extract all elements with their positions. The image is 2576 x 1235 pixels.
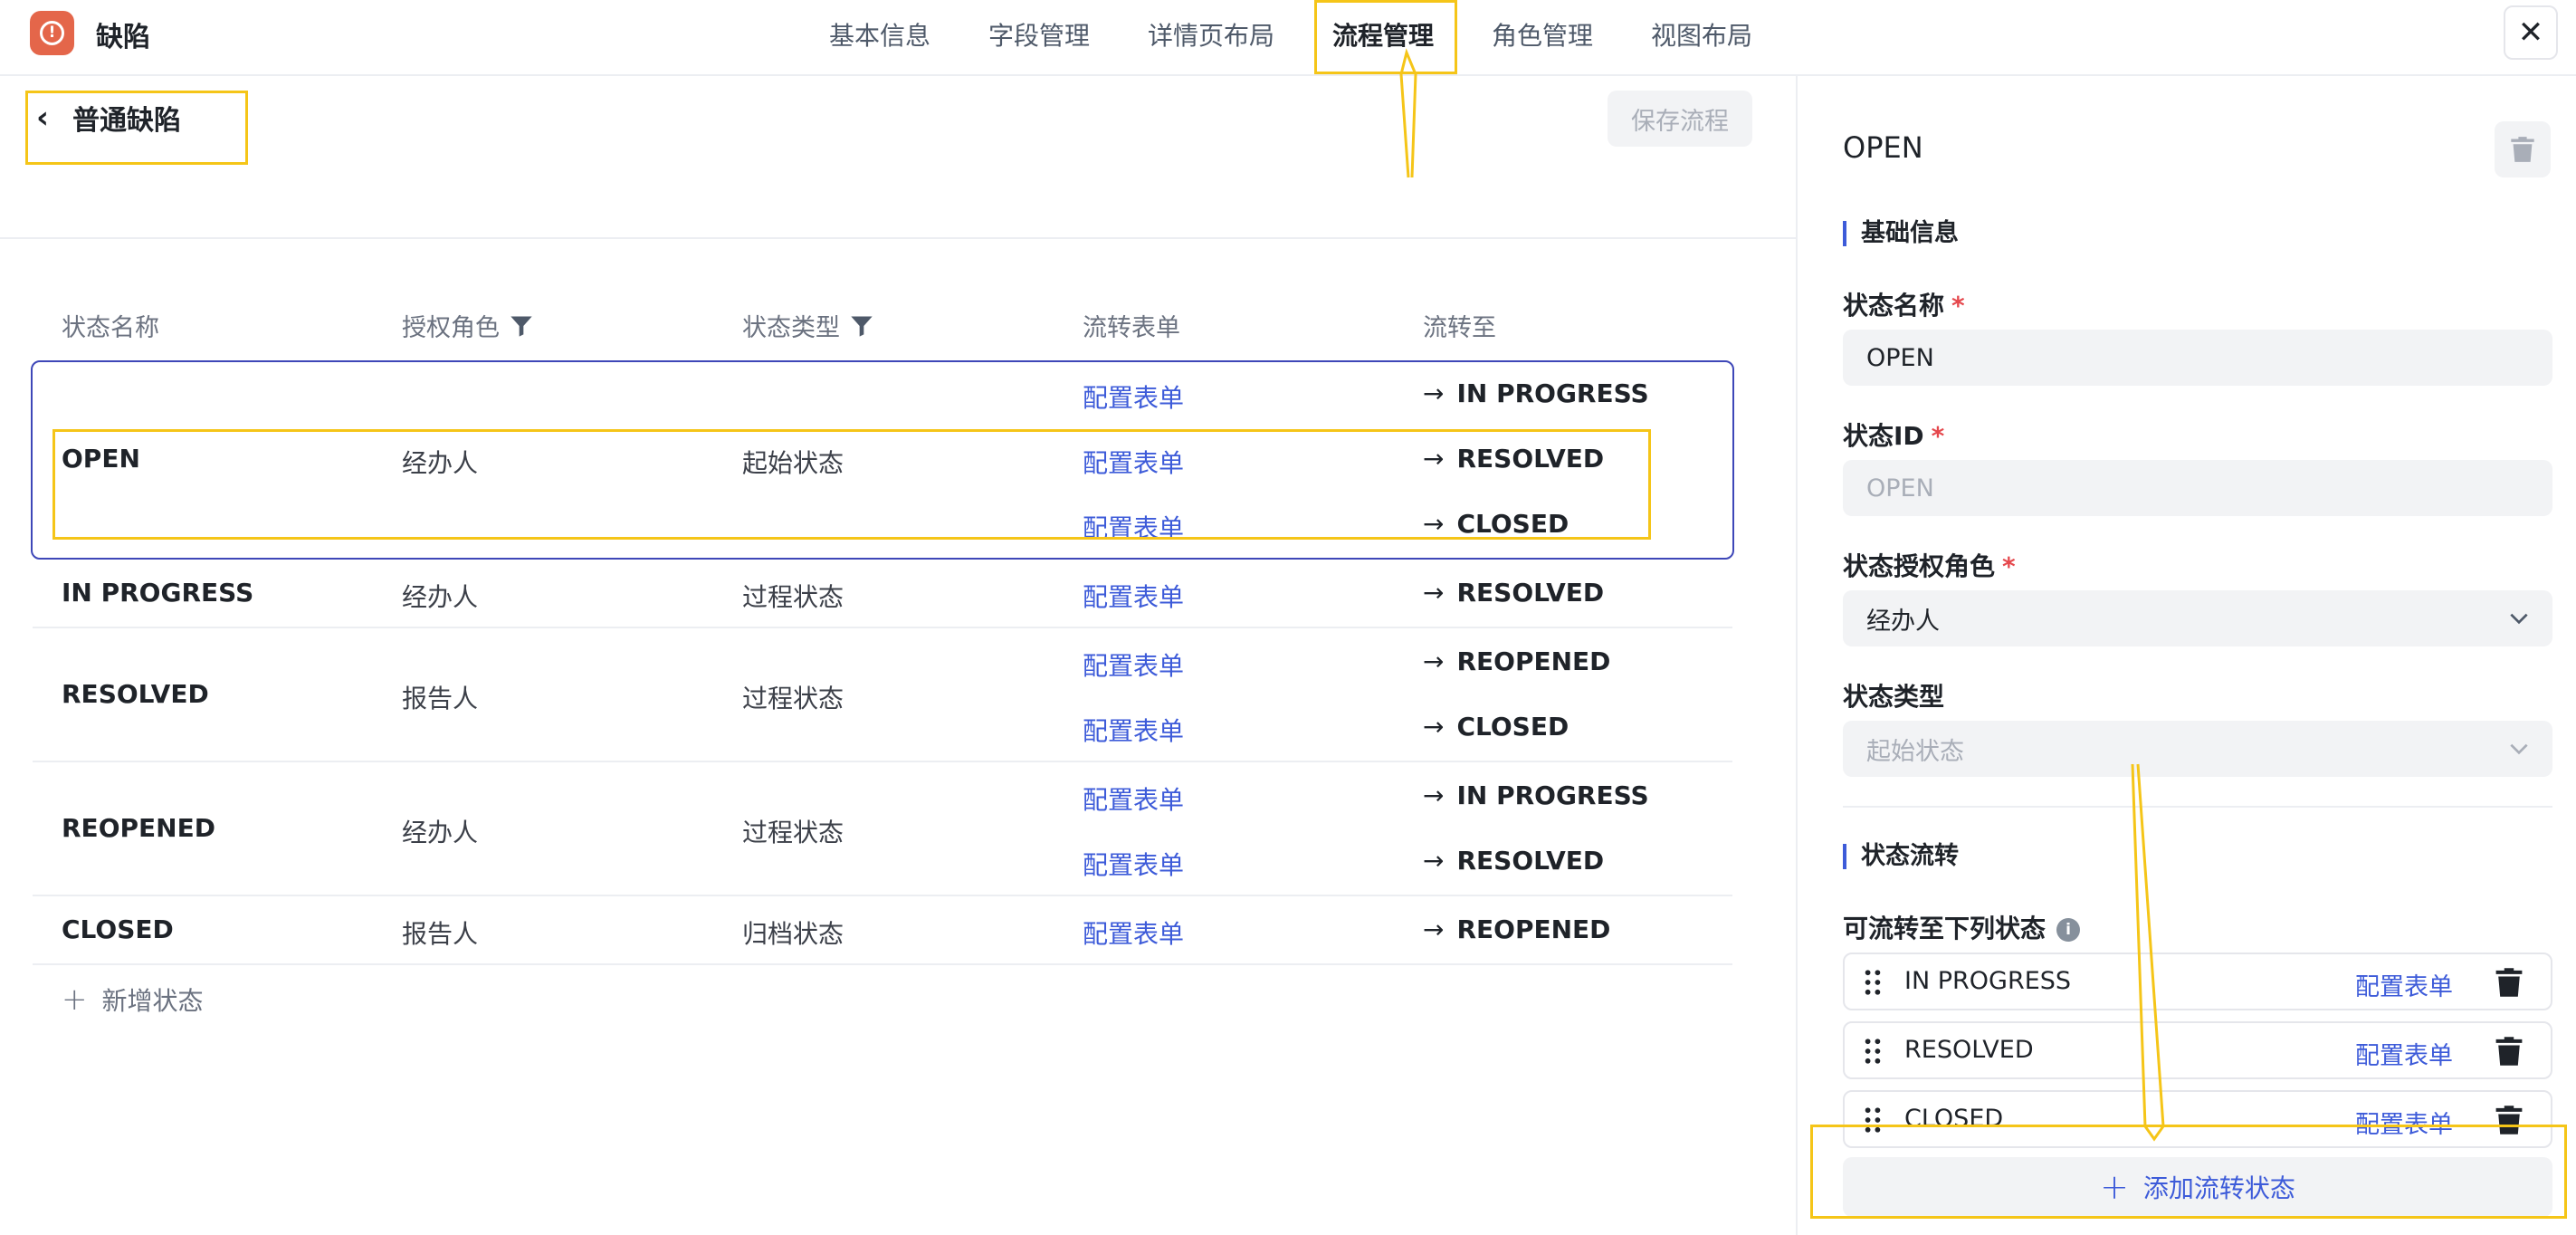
section-basic-info: 基础信息 <box>1843 221 1959 246</box>
transition-name: IN PROGRESS <box>1904 967 2072 995</box>
state-name-label: 状态名称 * <box>1843 291 1965 321</box>
state-id-input: OPEN <box>1843 460 2552 516</box>
transition-item: RESOLVED 配置表单 <box>1843 1021 2552 1079</box>
tab-role-management[interactable]: 角色管理 <box>1492 16 1593 53</box>
annotation-box-back <box>25 91 248 165</box>
state-role-select[interactable]: 经办人 <box>1843 590 2552 646</box>
config-form-link[interactable]: 配置表单 <box>1083 646 1184 683</box>
tab-basic-info[interactable]: 基本信息 <box>829 16 930 53</box>
state-detail-title: OPEN <box>1843 130 1923 165</box>
column-header-role: 授权角色 <box>402 308 534 343</box>
row-divider <box>33 963 1732 965</box>
state-role: 经办人 <box>402 818 479 847</box>
trash-icon <box>2511 137 2534 162</box>
transition-target: → REOPENED <box>1423 914 1611 944</box>
column-header-state-type: 状态类型 <box>742 308 874 343</box>
row-divider <box>33 627 1732 628</box>
transition-item: IN PROGRESS 配置表单 <box>1843 953 2552 1010</box>
required-mark: * <box>1931 421 1945 451</box>
state-type: 过程状态 <box>742 582 844 612</box>
section-state-transitions: 状态流转 <box>1843 844 1959 869</box>
annotation-box-tab <box>1314 0 1457 74</box>
state-type-select: 起始状态 <box>1843 721 2552 777</box>
trash-icon[interactable] <box>2495 967 2524 998</box>
state-role: 报告人 <box>402 919 479 949</box>
state-role: 经办人 <box>402 582 479 612</box>
divider <box>0 237 1796 239</box>
save-workflow-button[interactable]: 保存流程 <box>1608 91 1752 147</box>
chevron-down-icon <box>2510 743 2528 755</box>
state-type: 过程状态 <box>742 818 844 847</box>
state-role-label: 状态授权角色 * <box>1843 551 2016 581</box>
transitions-label: 可流转至下列状态 i <box>1843 909 2081 945</box>
state-name-input[interactable]: OPEN <box>1843 330 2552 386</box>
divider <box>1843 806 2552 808</box>
arrow-right-icon: → <box>1423 378 1445 408</box>
tab-detail-layout[interactable]: 详情页布局 <box>1148 16 1274 53</box>
arrow-right-icon: → <box>1423 846 1445 876</box>
required-mark: * <box>2002 551 2016 581</box>
row-divider <box>33 761 1732 762</box>
state-name[interactable]: RESOLVED <box>62 679 209 709</box>
transition-target: → REOPENED <box>1423 646 1611 676</box>
state-name[interactable]: IN PROGRESS <box>62 578 253 608</box>
config-form-link[interactable]: 配置表单 <box>1083 846 1184 882</box>
trash-icon[interactable] <box>2495 1036 2524 1067</box>
config-form-link[interactable]: 配置表单 <box>1083 378 1184 415</box>
config-form-link[interactable]: 配置表单 <box>1083 578 1184 614</box>
filter-icon[interactable] <box>509 313 534 339</box>
transition-target: → RESOLVED <box>1423 846 1605 876</box>
tab-view-layout[interactable]: 视图布局 <box>1651 16 1752 53</box>
arrow-right-icon: → <box>1423 914 1445 944</box>
annotation-box-add-transition <box>1810 1125 2567 1219</box>
arrow-right-icon: → <box>1423 646 1445 676</box>
column-header-transition-to: 流转至 <box>1423 314 1496 342</box>
config-tabs: 基本信息 字段管理 详情页布局 流程管理 角色管理 视图布局 <box>0 0 2576 76</box>
state-role: 报告人 <box>402 684 479 713</box>
add-state-button[interactable]: + 新增状态 <box>62 981 204 1018</box>
info-icon[interactable]: i <box>2056 918 2081 942</box>
state-name[interactable]: CLOSED <box>62 914 174 944</box>
close-button[interactable]: ✕ <box>2504 5 2558 60</box>
transition-target: → IN PROGRESS <box>1423 378 1649 408</box>
config-form-link[interactable]: 配置表单 <box>1083 780 1184 817</box>
state-name[interactable]: REOPENED <box>62 813 215 843</box>
row-divider <box>33 895 1732 896</box>
column-header-state-name: 状态名称 <box>62 314 159 342</box>
delete-state-button[interactable] <box>2495 121 2551 177</box>
arrow-right-icon: → <box>1423 780 1445 810</box>
state-type: 归档状态 <box>742 919 844 949</box>
annotation-box-open-row <box>52 429 1651 540</box>
tab-field-management[interactable]: 字段管理 <box>988 16 1090 53</box>
arrow-right-icon: → <box>1423 578 1445 608</box>
config-form-link[interactable]: 配置表单 <box>1083 712 1184 748</box>
state-detail-panel: OPEN 基础信息 状态名称 * OPEN 状态ID * OPEN 状态授权角色 * … <box>1796 76 2576 1235</box>
filter-icon[interactable] <box>849 313 874 339</box>
state-id-label: 状态ID * <box>1843 421 1945 451</box>
transition-name: RESOLVED <box>1904 1036 2034 1064</box>
arrow-right-icon: → <box>1423 712 1445 742</box>
transition-target: → CLOSED <box>1423 712 1569 742</box>
config-form-link[interactable]: 配置表单 <box>2355 967 2453 1002</box>
column-header-transition-form: 流转表单 <box>1083 314 1180 342</box>
drag-handle-icon[interactable] <box>1865 969 1881 996</box>
plus-icon: + <box>62 981 88 1018</box>
close-icon: ✕ <box>2517 14 2544 51</box>
transition-target: → RESOLVED <box>1423 578 1605 608</box>
chevron-down-icon <box>2510 613 2528 625</box>
config-form-link[interactable]: 配置表单 <box>1083 914 1184 951</box>
state-type: 过程状态 <box>742 684 844 713</box>
transition-target: → IN PROGRESS <box>1423 780 1649 810</box>
top-bar: ! 缺陷 基本信息 字段管理 详情页布局 流程管理 角色管理 视图布局 ✕ <box>0 0 2576 76</box>
config-form-link[interactable]: 配置表单 <box>2355 1036 2453 1071</box>
state-type-label: 状态类型 <box>1843 682 1945 712</box>
drag-handle-icon[interactable] <box>1865 1038 1881 1065</box>
required-mark: * <box>1951 291 1965 321</box>
workflow-panel: ‹ 普通缺陷 保存流程 状态名称 授权角色 状态类型 流转表单 流转至 OPEN… <box>0 76 1796 1235</box>
